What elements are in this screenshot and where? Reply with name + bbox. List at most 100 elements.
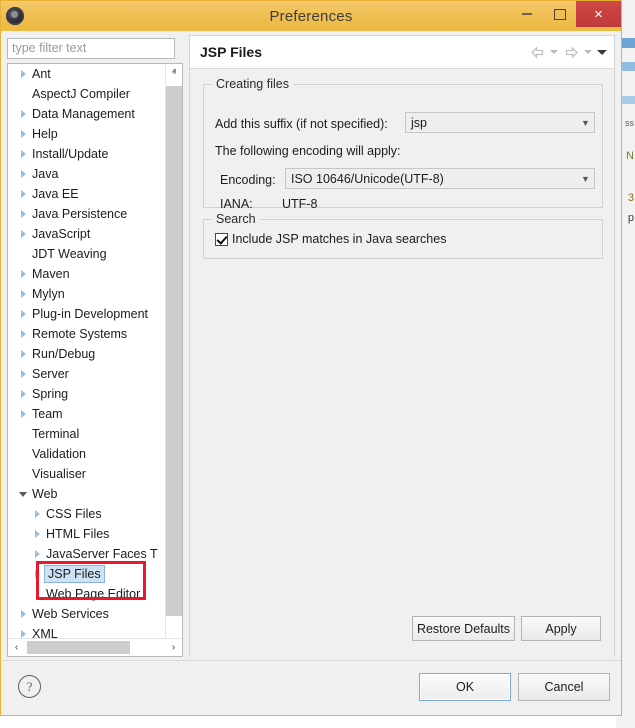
- filter-input[interactable]: type filter text: [7, 38, 175, 59]
- encoding-combo-value: ISO 10646/Unicode(UTF-8): [286, 172, 577, 186]
- twisty-collapsed-icon[interactable]: [30, 504, 44, 524]
- twisty-collapsed-icon[interactable]: [30, 524, 44, 544]
- iana-label: IANA:: [220, 197, 253, 211]
- tree-item[interactable]: Team: [8, 404, 166, 424]
- tree-item-label: Validation: [30, 447, 86, 461]
- cancel-button[interactable]: Cancel: [518, 673, 610, 701]
- chevron-down-icon: ▼: [577, 174, 594, 184]
- tree-item[interactable]: Java: [8, 164, 166, 184]
- tree-item-label: Web Services: [30, 607, 109, 621]
- include-jsp-matches-checkbox-row[interactable]: Include JSP matches in Java searches: [215, 232, 446, 246]
- scroll-left-icon[interactable]: ‹: [8, 639, 25, 656]
- twisty-collapsed-icon[interactable]: [30, 564, 44, 584]
- tree-item[interactable]: Help: [8, 124, 166, 144]
- encoding-label: Encoding:: [220, 173, 276, 187]
- suffix-combo[interactable]: jsp ▼: [405, 112, 595, 133]
- tree-item[interactable]: Validation: [8, 444, 166, 464]
- forward-dropdown-caret-icon[interactable]: [582, 43, 594, 61]
- back-arrow-icon[interactable]: [528, 43, 546, 61]
- tree-item[interactable]: Web Page Editor: [8, 584, 166, 604]
- tree-vertical-scrollbar[interactable]: ⱏ ⱟ: [165, 64, 182, 639]
- tree-item[interactable]: Web: [8, 484, 166, 504]
- minimize-button[interactable]: [510, 1, 543, 27]
- tree-item[interactable]: Terminal: [8, 424, 166, 444]
- twisty-collapsed-icon[interactable]: [16, 184, 30, 204]
- suffix-combo-value: jsp: [406, 116, 577, 130]
- apply-button[interactable]: Apply: [521, 616, 601, 641]
- twisty-collapsed-icon[interactable]: [16, 164, 30, 184]
- tree-item[interactable]: Install/Update: [8, 144, 166, 164]
- page-menu-caret-icon[interactable]: [596, 43, 608, 61]
- tree-item[interactable]: Mylyn: [8, 284, 166, 304]
- restore-defaults-button[interactable]: Restore Defaults: [412, 616, 515, 641]
- twisty-collapsed-icon[interactable]: [16, 604, 30, 624]
- tree-item-label: AspectJ Compiler: [30, 87, 130, 101]
- twisty-collapsed-icon[interactable]: [16, 124, 30, 144]
- tree-item[interactable]: Plug-in Development: [8, 304, 166, 324]
- tree-item-label: JavaScript: [30, 227, 90, 241]
- twisty-collapsed-icon[interactable]: [16, 204, 30, 224]
- twisty-collapsed-icon[interactable]: [16, 284, 30, 304]
- forward-arrow-icon[interactable]: [562, 43, 580, 61]
- tree-item-label: Run/Debug: [30, 347, 95, 361]
- tree-item-label: Terminal: [30, 427, 79, 441]
- tree-item[interactable]: JavaScript: [8, 224, 166, 244]
- tree-item-selected[interactable]: JSP Files: [8, 564, 166, 584]
- twisty-collapsed-icon[interactable]: [16, 224, 30, 244]
- tree-item[interactable]: HTML Files: [8, 524, 166, 544]
- include-jsp-matches-label: Include JSP matches in Java searches: [232, 232, 446, 246]
- tree-item-label: Data Management: [30, 107, 135, 121]
- tree-item-label: Mylyn: [30, 287, 65, 301]
- twisty-collapsed-icon[interactable]: [16, 624, 30, 639]
- tree-item[interactable]: Data Management: [8, 104, 166, 124]
- tree-item[interactable]: Server: [8, 364, 166, 384]
- tree-item[interactable]: CSS Files: [8, 504, 166, 524]
- vertical-scrollbar-thumb[interactable]: [166, 86, 182, 616]
- tree-item-label: Plug-in Development: [30, 307, 148, 321]
- twisty-collapsed-icon[interactable]: [16, 324, 30, 344]
- twisty-collapsed-icon[interactable]: [16, 64, 30, 84]
- tree-item[interactable]: Run/Debug: [8, 344, 166, 364]
- twisty-collapsed-icon[interactable]: [16, 344, 30, 364]
- title-bar: Preferences ×: [1, 1, 621, 32]
- preference-page: JSP Files Creating files Add this suffix…: [189, 35, 615, 657]
- twisty-collapsed-icon[interactable]: [16, 364, 30, 384]
- twisty-collapsed-icon[interactable]: [16, 304, 30, 324]
- tree-item[interactable]: Remote Systems: [8, 324, 166, 344]
- tree-item-label: CSS Files: [44, 507, 102, 521]
- twisty-collapsed-icon[interactable]: [16, 404, 30, 424]
- tree-item[interactable]: Ant: [8, 64, 166, 84]
- tree-item[interactable]: JavaServer Faces T: [8, 544, 166, 564]
- close-button[interactable]: ×: [576, 1, 621, 27]
- tree-item[interactable]: Spring: [8, 384, 166, 404]
- twisty-collapsed-icon[interactable]: [16, 144, 30, 164]
- tree-item-label: Remote Systems: [30, 327, 127, 341]
- twisty-collapsed-icon[interactable]: [16, 264, 30, 284]
- tree-item-label: Web: [30, 487, 57, 501]
- tree-item[interactable]: Web Services: [8, 604, 166, 624]
- include-jsp-matches-checkbox[interactable]: [215, 233, 228, 246]
- twisty-collapsed-icon[interactable]: [16, 384, 30, 404]
- scroll-right-icon[interactable]: ›: [165, 639, 182, 656]
- back-dropdown-caret-icon[interactable]: [548, 43, 560, 61]
- help-icon[interactable]: ?: [18, 675, 41, 698]
- maximize-button[interactable]: [543, 1, 576, 27]
- search-group-title: Search: [212, 212, 260, 226]
- twisty-collapsed-icon[interactable]: [16, 104, 30, 124]
- twisty-collapsed-icon[interactable]: [30, 544, 44, 564]
- tree-item[interactable]: Visualiser: [8, 464, 166, 484]
- ok-button[interactable]: OK: [419, 673, 511, 701]
- tree-item[interactable]: AspectJ Compiler: [8, 84, 166, 104]
- tree-item[interactable]: Java EE: [8, 184, 166, 204]
- preference-tree: Ant AspectJ Compiler Data Management Help In…: [7, 63, 183, 657]
- horizontal-scrollbar-thumb[interactable]: [27, 641, 130, 654]
- tree-item[interactable]: JDT Weaving: [8, 244, 166, 264]
- tree-item[interactable]: Maven: [8, 264, 166, 284]
- scroll-up-icon[interactable]: ⱏ: [166, 64, 182, 80]
- tree-item[interactable]: XML: [8, 624, 166, 639]
- encoding-combo[interactable]: ISO 10646/Unicode(UTF-8) ▼: [285, 168, 595, 189]
- twisty-expanded-icon[interactable]: [16, 484, 30, 504]
- tree-item[interactable]: Java Persistence: [8, 204, 166, 224]
- tree-horizontal-scrollbar[interactable]: ‹ ›: [8, 638, 182, 656]
- scroll-down-icon[interactable]: ⱟ: [166, 623, 182, 639]
